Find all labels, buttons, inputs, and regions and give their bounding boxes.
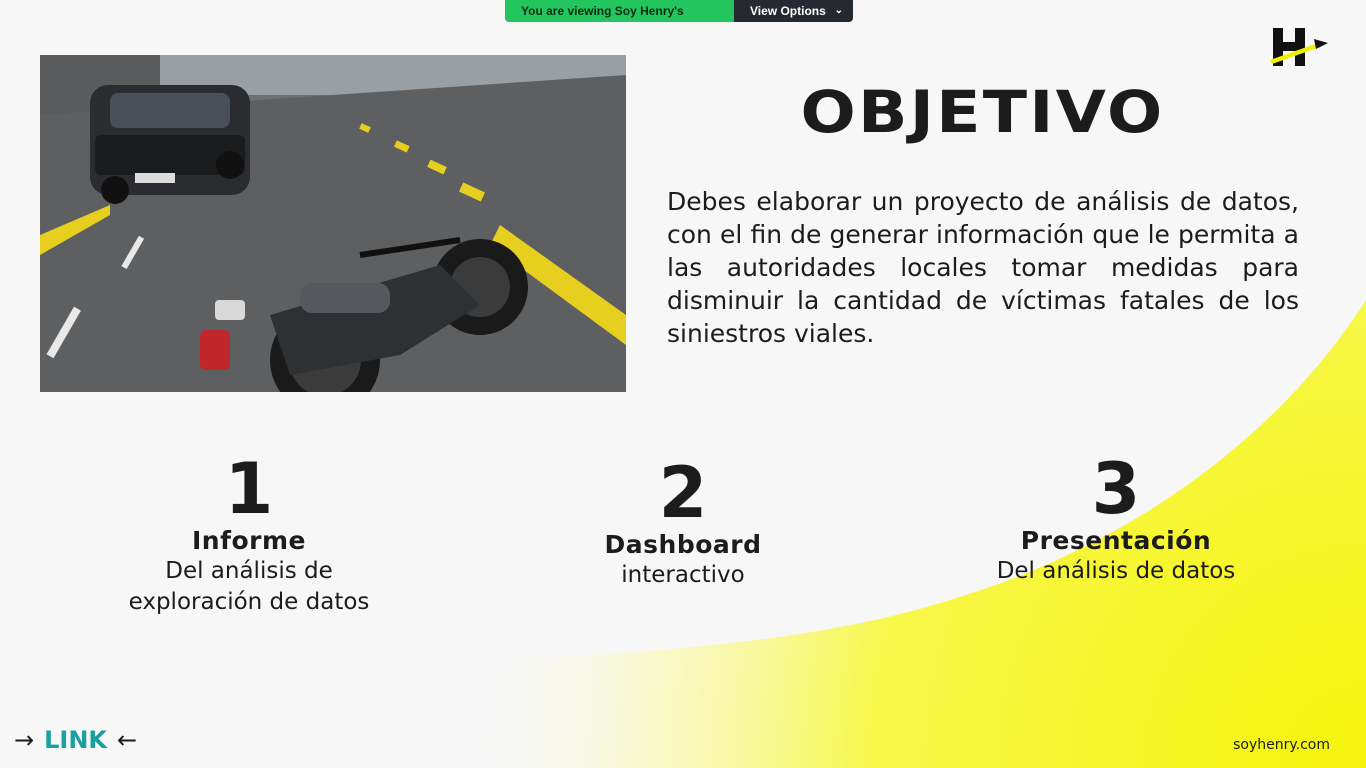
website-label: soyhenry.com — [1233, 737, 1330, 753]
motorcycle-accident-photo — [40, 55, 626, 392]
share-status-label: You are viewing Soy Henry's screen — [505, 0, 734, 22]
objective-description: Debes elaborar un proyecto de análisis d… — [667, 187, 1299, 348]
step-subtitle-line1: Del análisis de — [165, 558, 333, 584]
view-options-button[interactable]: View Options ⌄ — [734, 0, 853, 22]
step-subtitle-line1: Del análisis de datos — [996, 558, 1236, 584]
step-presentacion: 3 Presentación Del análisis de datos — [956, 452, 1276, 587]
step-subtitle-line1: interactivo — [621, 562, 745, 588]
chevron-down-icon: ⌄ — [834, 5, 843, 16]
step-number: 1 — [224, 448, 274, 530]
step-number: 2 — [658, 452, 708, 534]
step-dashboard: 2 Dashboard interactivo — [523, 456, 843, 591]
slide-title: OBJETIVO — [800, 78, 1165, 146]
step-title: Dashboard — [604, 530, 762, 559]
view-options-label: View Options — [750, 4, 826, 18]
step-title: Presentación — [1020, 526, 1212, 555]
step-number: 3 — [1091, 448, 1141, 530]
arrow-right-icon: → — [14, 726, 35, 754]
henry-logo-icon — [1270, 28, 1328, 66]
step-title: Informe — [192, 526, 306, 555]
screen-share-bar: You are viewing Soy Henry's screen View … — [505, 0, 853, 22]
arrow-left-icon: ← — [117, 726, 138, 754]
step-subtitle-line2: exploración de datos — [128, 589, 370, 615]
link-nav[interactable]: → LINK ← — [14, 726, 137, 754]
step-informe: 1 Informe Del análisis de exploración de… — [89, 452, 409, 618]
link-button[interactable]: LINK — [40, 726, 111, 754]
